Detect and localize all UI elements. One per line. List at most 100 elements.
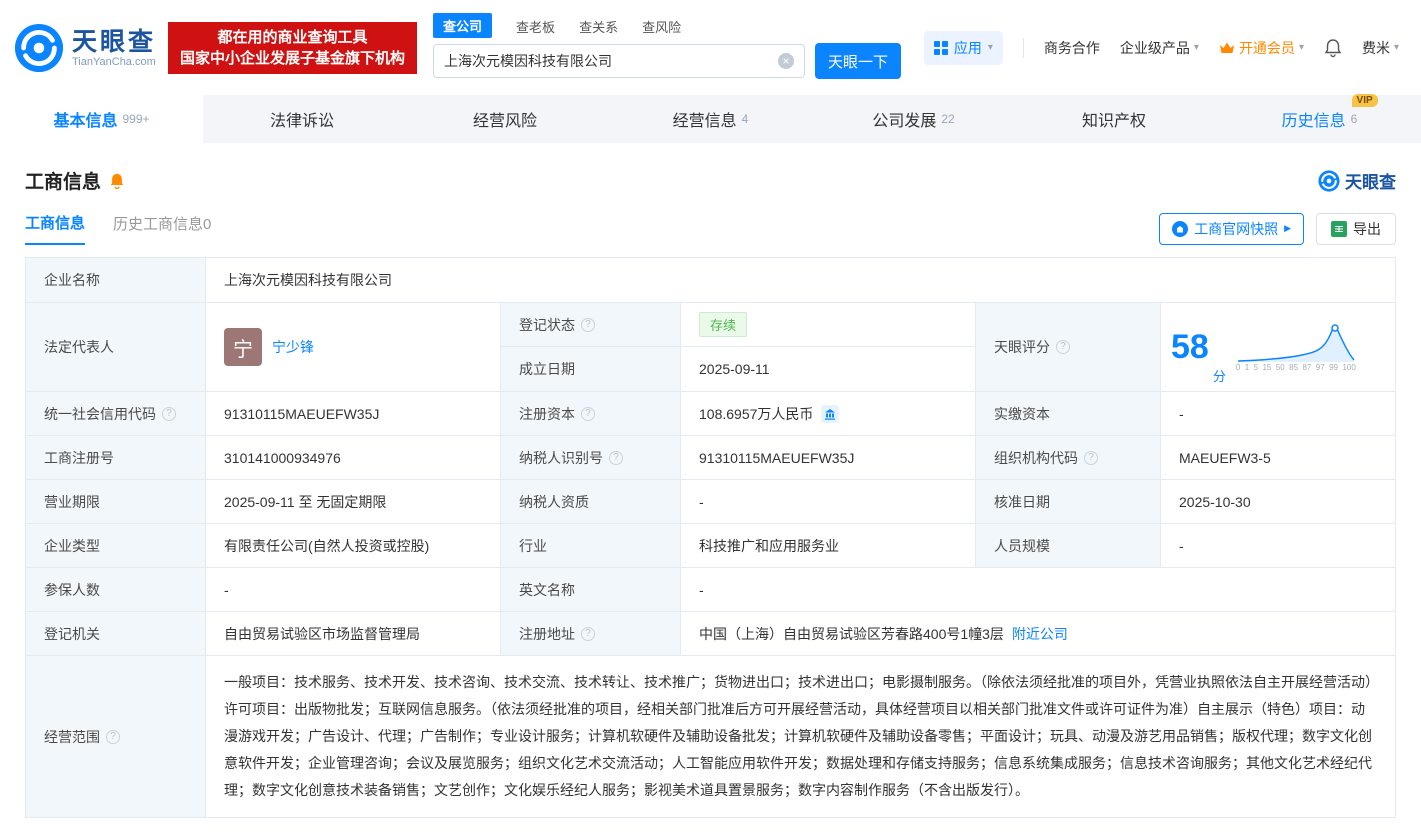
label-registered-capital: 注册资本 ? bbox=[501, 392, 681, 436]
apps-label: 应用 bbox=[954, 38, 982, 58]
search-box: × bbox=[433, 44, 805, 78]
tianyancha-logo[interactable]: 天眼查 TianYanCha.com bbox=[14, 23, 156, 73]
label-company-name: 企业名称 bbox=[26, 258, 206, 303]
search-tab-risk[interactable]: 查风险 bbox=[642, 17, 681, 38]
username: 费米 bbox=[1362, 38, 1390, 58]
tab-operation-info[interactable]: 经营信息 4 bbox=[609, 95, 812, 143]
search-button[interactable]: 天眼一下 bbox=[815, 43, 901, 79]
tianyancha-logo-icon bbox=[14, 23, 64, 73]
excel-export-icon bbox=[1331, 221, 1347, 237]
section-title: 工商信息 bbox=[25, 167, 101, 194]
label-registration-authority: 登记机关 bbox=[26, 612, 206, 656]
search-input[interactable] bbox=[444, 53, 778, 69]
header-right-menu: 应用 ▾ 商务合作 企业级产品 ▾ 开通会员 ▾ 费米 ▾ bbox=[924, 31, 1399, 65]
legal-rep-avatar[interactable]: 宁 bbox=[224, 328, 262, 366]
label-establish-date: 成立日期 bbox=[501, 347, 681, 392]
label-registration-number: 工商注册号 bbox=[26, 436, 206, 480]
subtab-history-business-info[interactable]: 历史工商信息0 bbox=[113, 213, 211, 244]
tab-operation-risk[interactable]: 经营风险 bbox=[406, 95, 609, 143]
section-header: 工商信息 天眼查 bbox=[0, 143, 1421, 194]
snapshot-icon bbox=[1172, 221, 1188, 237]
promo-banner: 都在用的商业查询工具 国家中小企业发展子基金旗下机构 bbox=[168, 22, 417, 74]
help-icon[interactable]: ? bbox=[581, 407, 595, 421]
score-unit: 分 bbox=[1213, 366, 1226, 385]
value-taxpayer-qualification: - bbox=[681, 480, 976, 524]
label-insured-count: 参保人数 bbox=[26, 568, 206, 612]
value-legal-representative: 宁 宁少锋 bbox=[206, 303, 501, 392]
open-vip-link[interactable]: 开通会员 ▾ bbox=[1219, 38, 1304, 58]
search-tab-company[interactable]: 查公司 bbox=[433, 13, 492, 38]
subtab-business-info[interactable]: 工商信息 bbox=[25, 212, 85, 245]
label-registration-status: 登记状态 ? bbox=[501, 303, 681, 347]
score-curve bbox=[1236, 323, 1356, 363]
tianyancha-watermark: 天眼查 bbox=[1318, 168, 1396, 193]
value-business-scope: 一般项目：技术服务、技术开发、技术咨询、技术交流、技术转让、技术推广；货物进出口… bbox=[206, 656, 1396, 818]
apps-button[interactable]: 应用 ▾ bbox=[924, 31, 1003, 65]
bank-icon[interactable] bbox=[821, 405, 839, 423]
search-tabs: 查公司 查老板 查关系 查风险 bbox=[433, 16, 901, 38]
subtabs-row: 工商信息 历史工商信息0 工商官网快照 ▶ 导出 bbox=[0, 194, 1421, 245]
tab-intellectual-property[interactable]: 知识产权 bbox=[1015, 95, 1218, 143]
search-tab-boss[interactable]: 查老板 bbox=[516, 17, 555, 38]
legal-rep-name-link[interactable]: 宁少锋 bbox=[272, 337, 314, 357]
value-registered-capital: 108.6957万人民币 bbox=[681, 392, 976, 436]
label-tianyan-score: 天眼评分 ? bbox=[976, 303, 1161, 392]
help-icon[interactable]: ? bbox=[609, 451, 623, 465]
help-icon[interactable]: ? bbox=[581, 318, 595, 332]
value-registration-authority: 自由贸易试验区市场监督管理局 bbox=[206, 612, 501, 656]
help-icon[interactable]: ? bbox=[106, 730, 120, 744]
label-company-type: 企业类型 bbox=[26, 524, 206, 568]
brand-name: 天眼查 bbox=[72, 28, 156, 56]
top-header: 天眼查 TianYanCha.com 都在用的商业查询工具 国家中小企业发展子基… bbox=[0, 0, 1421, 95]
value-english-name: - bbox=[681, 568, 1396, 612]
nearby-companies-link[interactable]: 附近公司 bbox=[1012, 624, 1068, 644]
help-icon[interactable]: ? bbox=[1084, 451, 1098, 465]
monitor-bell-button[interactable] bbox=[109, 172, 125, 190]
chevron-down-icon: ▾ bbox=[1194, 42, 1199, 53]
export-button[interactable]: 导出 bbox=[1316, 213, 1396, 245]
enterprise-products-link[interactable]: 企业级产品 ▾ bbox=[1120, 38, 1199, 58]
clear-search-icon[interactable]: × bbox=[778, 53, 794, 69]
help-icon[interactable]: ? bbox=[162, 407, 176, 421]
label-registered-address: 注册地址 ? bbox=[501, 612, 681, 656]
status-badge: 存续 bbox=[699, 312, 747, 337]
bell-icon bbox=[1324, 38, 1342, 58]
tab-basic-info[interactable]: 基本信息 999+ bbox=[0, 95, 203, 143]
official-snapshot-button[interactable]: 工商官网快照 ▶ bbox=[1159, 213, 1304, 245]
main-nav: 基本信息 999+ 法律诉讼 经营风险 经营信息 4 公司发展 22 知识产权 … bbox=[0, 95, 1421, 143]
tab-company-development[interactable]: 公司发展 22 bbox=[812, 95, 1015, 143]
score-chart-ticks: 015155085879799100 bbox=[1236, 363, 1356, 372]
value-approval-date: 2025-10-30 bbox=[1161, 480, 1396, 524]
value-company-name: 上海次元模因科技有限公司 bbox=[206, 258, 1396, 303]
value-business-term: 2025-09-11 至 无固定期限 bbox=[206, 480, 501, 524]
label-taxpayer-id: 纳税人识别号 ? bbox=[501, 436, 681, 480]
search-tab-relation[interactable]: 查关系 bbox=[579, 17, 618, 38]
promo-line-1: 都在用的商业查询工具 bbox=[180, 27, 405, 48]
value-organization-code: MAEUEFW3-5 bbox=[1161, 436, 1396, 480]
label-credit-code: 统一社会信用代码 ? bbox=[26, 392, 206, 436]
crown-icon bbox=[1219, 41, 1235, 55]
bank-building-icon bbox=[821, 405, 839, 423]
business-cooperation-link[interactable]: 商务合作 bbox=[1044, 38, 1100, 58]
value-paid-capital: - bbox=[1161, 392, 1396, 436]
help-icon[interactable]: ? bbox=[1056, 340, 1070, 354]
notification-bell-button[interactable] bbox=[1324, 38, 1342, 58]
orange-bell-icon bbox=[109, 172, 125, 190]
tab-legal-litigation[interactable]: 法律诉讼 bbox=[203, 95, 406, 143]
value-registered-address: 中国（上海）自由贸易试验区芳春路400号1幢3层 附近公司 bbox=[681, 612, 1396, 656]
score-distribution-chart: 015155085879799100 bbox=[1236, 323, 1356, 372]
brand-domain: TianYanCha.com bbox=[72, 56, 156, 68]
chevron-down-icon: ▾ bbox=[1299, 42, 1304, 53]
chevron-down-icon: ▾ bbox=[1394, 42, 1399, 53]
tab-history-info[interactable]: 历史信息 VIP 6 bbox=[1218, 95, 1421, 143]
value-industry: 科技推广和应用服务业 bbox=[681, 524, 976, 568]
help-icon[interactable]: ? bbox=[581, 627, 595, 641]
user-menu[interactable]: 费米 ▾ bbox=[1362, 38, 1399, 58]
search-area: 查公司 查老板 查关系 查风险 × 天眼一下 bbox=[433, 16, 901, 79]
promo-line-2: 国家中小企业发展子基金旗下机构 bbox=[180, 48, 405, 69]
label-business-scope: 经营范围 ? bbox=[26, 656, 206, 818]
vip-badge: VIP bbox=[1352, 94, 1378, 107]
value-credit-code: 91310115MAEUEFW35J bbox=[206, 392, 501, 436]
chevron-down-icon: ▾ bbox=[988, 42, 993, 53]
score-value[interactable]: 58 bbox=[1171, 330, 1209, 364]
